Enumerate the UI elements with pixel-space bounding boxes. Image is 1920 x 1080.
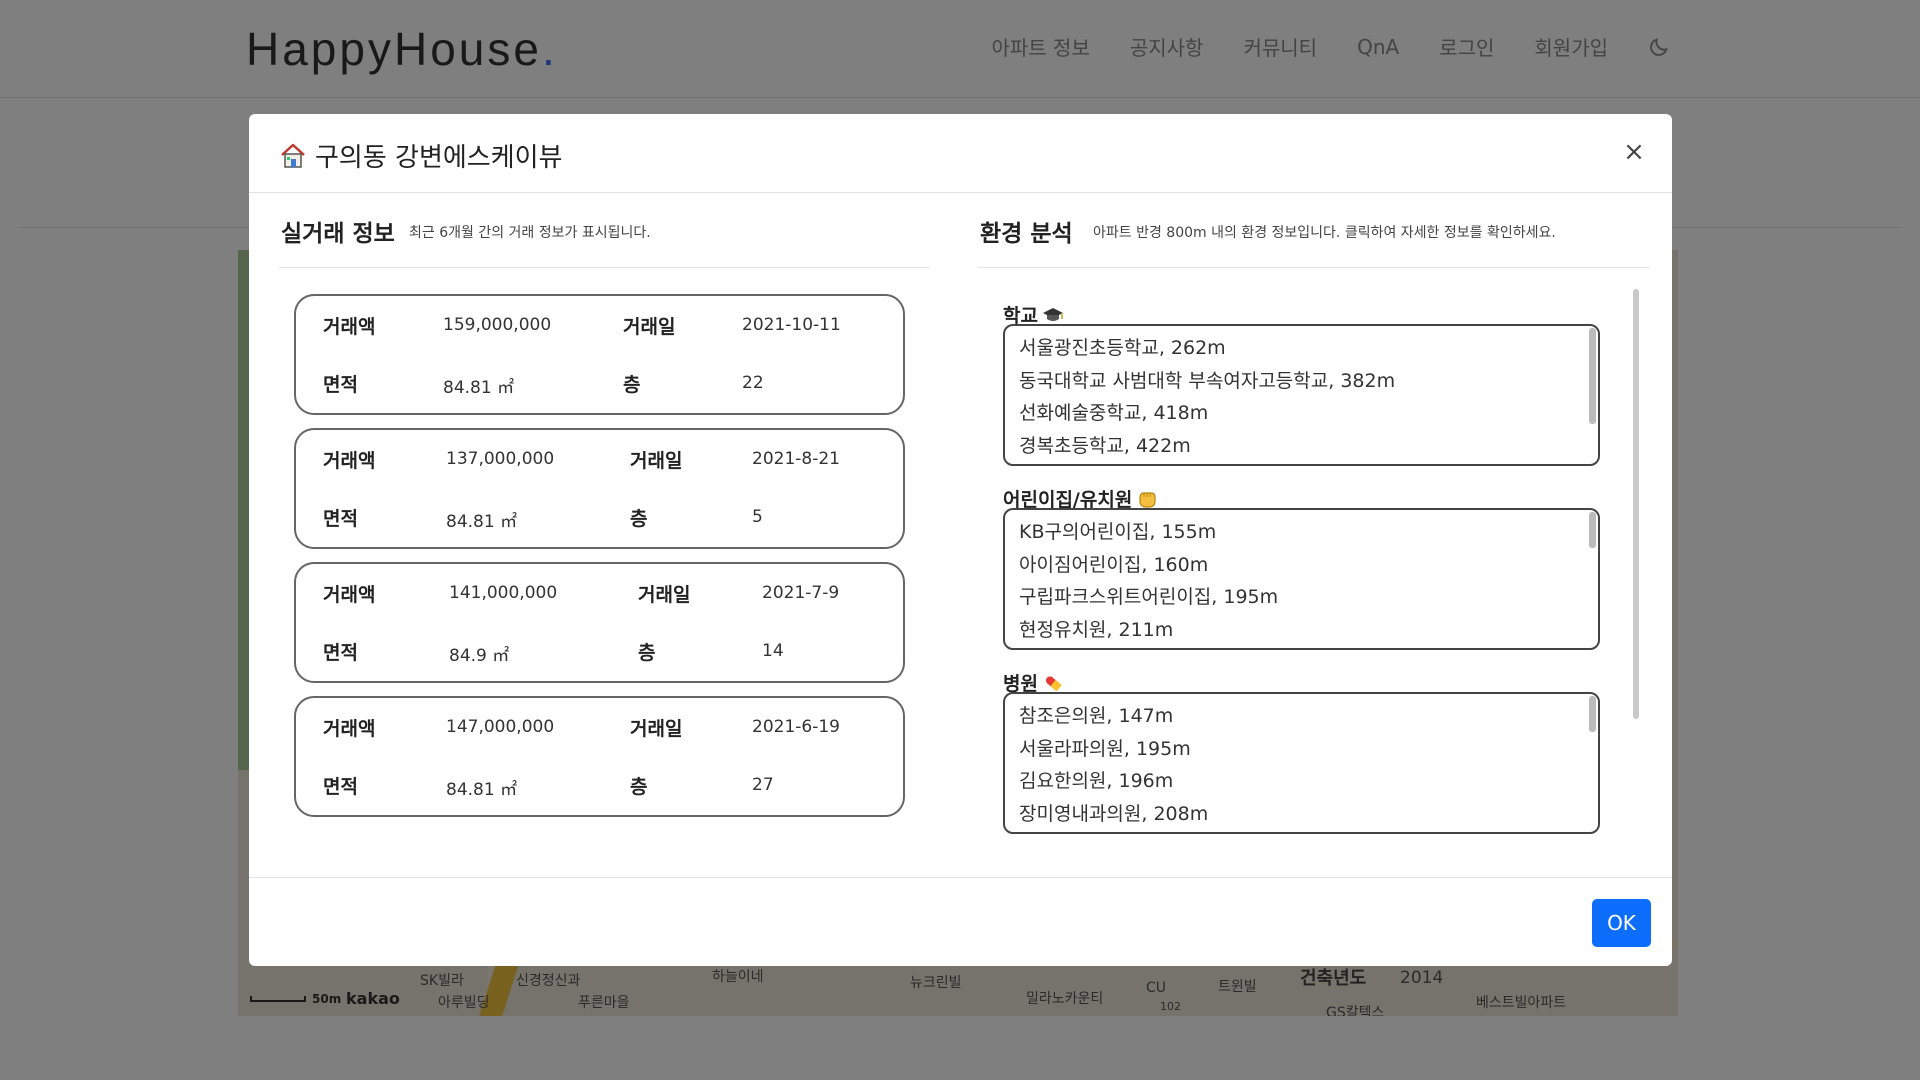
env-scroll-area[interactable]: 학교 서울광진초등학교, 262m 동국대학교 사범대학 부속여자고등학교, 3… [978, 301, 1638, 864]
deal-floor-value: 27 [752, 775, 774, 795]
pill-icon [1042, 672, 1064, 694]
deal-price-label: 거래액 [323, 584, 376, 606]
env-item[interactable]: 장미영내과의원, 208m [1019, 798, 1584, 831]
env-list-school[interactable]: 서울광진초등학교, 262m 동국대학교 사범대학 부속여자고등학교, 382m… [1003, 324, 1600, 466]
deal-area-label: 면적 [323, 508, 358, 530]
env-item[interactable]: 구립파크스위트어린이집, 195m [1019, 581, 1584, 614]
deals-title: 실거래 정보 [281, 221, 395, 247]
deal-floor-value: 5 [752, 507, 763, 527]
deal-price-value: 147,000,000 [446, 717, 555, 737]
deal-date-value: 2021-7-9 [762, 583, 840, 603]
deal-price-label: 거래액 [323, 316, 376, 338]
list-scrollbar[interactable] [1589, 328, 1596, 424]
deal-card: 거래액 147,000,000 거래일 2021-6-19 면적 84.81 ㎡… [294, 696, 905, 817]
deal-price-label: 거래액 [323, 718, 376, 740]
env-list-hospital[interactable]: 참조은의원, 147m 서울라파의원, 195m 김요한의원, 196m 장미영… [1003, 692, 1600, 834]
deal-area-value: 84.81 ㎡ [446, 780, 518, 800]
env-item[interactable]: 서울광진초등학교, 262m [1019, 332, 1584, 365]
env-item[interactable]: 선화예술중학교, 418m [1019, 397, 1584, 430]
house-icon [279, 142, 307, 170]
env-item[interactable]: 아이짐어린이집, 160m [1019, 549, 1584, 582]
deal-date-label: 거래일 [630, 718, 683, 740]
deal-date-value: 2021-10-11 [742, 315, 841, 335]
deal-card: 거래액 159,000,000 거래일 2021-10-11 면적 84.81 … [294, 294, 905, 415]
modal-footer: OK [249, 877, 1672, 966]
deal-area-value: 84.9 ㎡ [449, 646, 510, 666]
deal-floor-label: 층 [630, 508, 648, 530]
env-item[interactable]: 경복초등학교, 422m [1019, 430, 1584, 463]
deal-date-label: 거래일 [623, 316, 676, 338]
deal-floor-value: 22 [742, 373, 764, 393]
deal-floor-label: 층 [630, 776, 648, 798]
deal-floor-value: 14 [762, 641, 784, 661]
deal-price-value: 159,000,000 [443, 315, 552, 335]
env-title: 환경 분석 [980, 221, 1073, 247]
env-list-kindergarten[interactable]: KB구의어린이집, 155m 아이짐어린이집, 160m 구립파크스위트어린이집… [1003, 508, 1600, 650]
deal-card: 거래액 141,000,000 거래일 2021-7-9 면적 84.9 ㎡ 층… [294, 562, 905, 683]
deal-price-label: 거래액 [323, 450, 376, 472]
deal-card: 거래액 137,000,000 거래일 2021-8-21 면적 84.81 ㎡… [294, 428, 905, 549]
deal-area-label: 면적 [323, 374, 358, 396]
deal-date-value: 2021-6-19 [752, 717, 840, 737]
close-button[interactable]: × [1618, 136, 1650, 168]
env-subtitle: 아파트 반경 800m 내의 환경 정보입니다. 클릭하여 자세한 정보를 확인… [1093, 225, 1556, 241]
deal-date-label: 거래일 [630, 450, 683, 472]
ok-button[interactable]: OK [1592, 899, 1651, 947]
modal-title: 구의동 강변에스케이뷰 [279, 137, 562, 174]
deals-section-header: 실거래 정보 최근 6개월 간의 거래 정보가 표시됩니다. [279, 194, 930, 268]
list-scrollbar[interactable] [1589, 696, 1596, 732]
graduation-cap-icon [1042, 304, 1064, 326]
deal-price-value: 141,000,000 [449, 583, 558, 603]
deal-date-value: 2021-8-21 [752, 449, 840, 469]
deal-area-value: 84.81 ㎡ [443, 378, 515, 398]
env-item[interactable]: 서울라파의원, 195m [1019, 733, 1584, 766]
env-item[interactable]: 참조은의원, 147m [1019, 700, 1584, 733]
env-scrollbar[interactable] [1633, 289, 1639, 719]
env-item[interactable]: KB구의어린이집, 155m [1019, 516, 1584, 549]
env-section-header: 환경 분석 아파트 반경 800m 내의 환경 정보입니다. 클릭하여 자세한 … [978, 194, 1650, 268]
deal-area-label: 면적 [323, 642, 358, 664]
list-scrollbar[interactable] [1589, 512, 1596, 548]
modal-header: 구의동 강변에스케이뷰 × [249, 114, 1672, 193]
deal-floor-label: 층 [623, 374, 641, 396]
modal-body: 실거래 정보 최근 6개월 간의 거래 정보가 표시됩니다. 거래액 159,0… [249, 194, 1672, 877]
deal-price-value: 137,000,000 [446, 449, 555, 469]
apartment-detail-modal: 구의동 강변에스케이뷰 × 실거래 정보 최근 6개월 간의 거래 정보가 표시… [249, 114, 1672, 966]
deals-subtitle: 최근 6개월 간의 거래 정보가 표시됩니다. [409, 225, 651, 241]
baby-hand-icon [1136, 488, 1158, 510]
env-item[interactable]: 현정유치원, 211m [1019, 614, 1584, 647]
deal-area-value: 84.81 ㎡ [446, 512, 518, 532]
deal-floor-label: 층 [638, 642, 656, 664]
env-item[interactable]: 동국대학교 사범대학 부속여자고등학교, 382m [1019, 365, 1584, 398]
modal-title-text: 구의동 강변에스케이뷰 [315, 143, 563, 173]
deal-date-label: 거래일 [638, 584, 691, 606]
deal-area-label: 면적 [323, 776, 358, 798]
env-item[interactable]: 김요한의원, 196m [1019, 765, 1584, 798]
